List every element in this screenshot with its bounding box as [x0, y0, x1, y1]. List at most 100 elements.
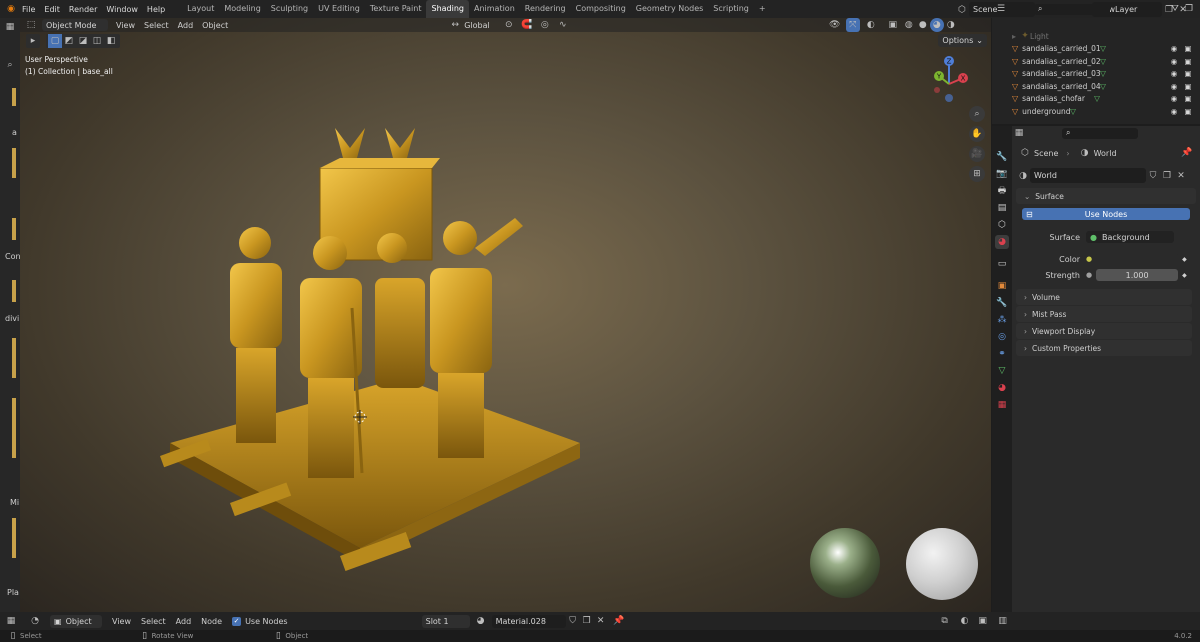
rendered-shading-icon[interactable]: ◑	[944, 18, 958, 32]
menu-window[interactable]: Window	[106, 5, 138, 14]
eye-icon[interactable]: ◉	[1168, 44, 1180, 53]
menu-render[interactable]: Render	[69, 5, 97, 14]
camera-render-icon[interactable]: ▣	[1182, 107, 1194, 116]
camera-render-icon[interactable]: ▣	[1182, 57, 1194, 66]
tab-scripting[interactable]: Scripting	[708, 0, 754, 18]
3d-cursor-icon[interactable]	[353, 410, 367, 424]
scene-tab-icon[interactable]: ⬡	[995, 218, 1009, 232]
tab-compositing[interactable]: Compositing	[571, 0, 631, 18]
falloff-icon[interactable]: ∿	[556, 18, 570, 32]
node-menu-add[interactable]: Add	[176, 617, 192, 626]
select-extend-icon[interactable]: ◩	[62, 34, 76, 48]
view-layer-tab-icon[interactable]: ▤	[995, 201, 1009, 215]
filter-icon[interactable]: ⛛	[1168, 2, 1182, 16]
pin-icon[interactable]: 📌	[612, 614, 626, 628]
outliner-item-sandalias-carried-04[interactable]: ▽ sandalias_carried_04 ▽ ◉ ▣	[992, 80, 1200, 93]
world-tab-icon[interactable]: ◕	[995, 235, 1009, 249]
data-tab-icon[interactable]: ▽	[995, 364, 1009, 378]
outliner-search-input[interactable]: ⌕	[1034, 3, 1110, 15]
editor-type-icon[interactable]: ▦	[1012, 126, 1026, 140]
editor-type-icon[interactable]: ▦	[4, 614, 18, 628]
breadcrumb-scene[interactable]: Scene	[1034, 149, 1058, 158]
shader-type-icon[interactable]: ◔	[28, 614, 42, 628]
outliner-item-sandalias-carried-01[interactable]: ▽ sandalias_carried_01 ▽ ◉ ▣	[992, 43, 1200, 56]
output-tab-icon[interactable]: 🖶	[995, 184, 1009, 198]
use-nodes-button[interactable]: ⊟ Use Nodes	[1022, 208, 1190, 220]
node-menu-node[interactable]: Node	[201, 617, 222, 626]
material-icon[interactable]: ◕	[474, 614, 488, 628]
select-subtract-icon[interactable]: ◪	[76, 34, 90, 48]
world-color-swatch[interactable]	[1096, 253, 1179, 265]
camera-render-icon[interactable]: ▣	[1182, 94, 1194, 103]
camera-render-icon[interactable]: ▣	[1182, 82, 1194, 91]
texture-tab-icon[interactable]: ▦	[995, 398, 1009, 412]
properties-search-input[interactable]: ⌕	[1062, 127, 1138, 139]
display-mode-icon[interactable]: ☰	[994, 2, 1008, 16]
object-tab-icon[interactable]: ▣	[995, 279, 1009, 293]
constraints-tab-icon[interactable]: ⚭	[995, 347, 1009, 361]
volume-panel-header[interactable]: › Volume	[1016, 289, 1192, 305]
golden-sculpture-model[interactable]	[140, 108, 620, 588]
eye-icon[interactable]: ◉	[1168, 82, 1180, 91]
grid-icon[interactable]: ⊞	[969, 166, 985, 182]
outliner-item-sandalias-chofar[interactable]: ▽ sandalias_chofar ▽ ◉ ▣	[992, 93, 1200, 106]
sidebar-toggle-icon[interactable]: ▥	[996, 614, 1010, 628]
camera-render-icon[interactable]: ▣	[1182, 69, 1194, 78]
xray-icon[interactable]: ▣	[886, 18, 900, 32]
menu-edit[interactable]: Edit	[44, 5, 60, 14]
tab-modeling[interactable]: Modeling	[219, 0, 265, 18]
camera-icon[interactable]: 🎥	[969, 146, 985, 162]
eye-icon[interactable]: ◉	[1168, 94, 1180, 103]
orientation-dropdown[interactable]: Global	[464, 21, 490, 30]
backdrop-icon[interactable]: ▣	[976, 614, 990, 628]
pivot-icon[interactable]: ⊙	[502, 18, 516, 32]
node-menu-view[interactable]: View	[112, 617, 131, 626]
fake-user-shield-icon[interactable]: ⛉	[566, 614, 580, 628]
tab-geometry-nodes[interactable]: Geometry Nodes	[631, 0, 708, 18]
viewport-menu-object[interactable]: Object	[202, 21, 228, 30]
node-menu-select[interactable]: Select	[141, 617, 166, 626]
tab-texture-paint[interactable]: Texture Paint	[365, 0, 427, 18]
eye-icon[interactable]: ◉	[1168, 57, 1180, 66]
editor-type-icon[interactable]: ⬚	[24, 18, 38, 32]
blender-logo-icon[interactable]: ◉	[4, 2, 18, 16]
keyframe-dot-icon[interactable]: ◆	[1182, 272, 1187, 279]
overlay-icon[interactable]: ◐	[864, 18, 878, 32]
surface-panel-header[interactable]: ⌄ Surface	[1016, 188, 1196, 204]
material-shading-icon[interactable]: ◕	[929, 18, 944, 32]
viewport-display-panel-header[interactable]: › Viewport Display	[1016, 323, 1192, 339]
snap-icon[interactable]: ⧉	[938, 614, 952, 628]
tool-tab-icon[interactable]: 🔧	[995, 150, 1009, 164]
menu-file[interactable]: File	[22, 5, 35, 14]
visibility-icon[interactable]: 👁	[828, 18, 842, 32]
keyframe-dot-icon[interactable]: ◆	[1182, 256, 1187, 263]
color-socket-icon[interactable]: ●	[1086, 255, 1092, 263]
custom-properties-panel-header[interactable]: › Custom Properties	[1016, 340, 1192, 356]
select-invert-icon[interactable]: ◫	[90, 34, 104, 48]
eye-icon[interactable]: ◉	[1168, 69, 1180, 78]
unlink-icon[interactable]: ✕	[1174, 169, 1188, 183]
outliner-item-light[interactable]: ▸ ✦ Light	[992, 30, 1200, 43]
tab-uv-editing[interactable]: UV Editing	[313, 0, 365, 18]
gizmo-toggle-icon[interactable]: ⤧	[845, 18, 860, 32]
tab-layout[interactable]: Layout	[182, 0, 219, 18]
options-dropdown[interactable]: Options ⌄	[938, 34, 987, 47]
slot-dropdown[interactable]: Slot 1	[421, 614, 470, 628]
add-workspace-button[interactable]: +	[754, 0, 771, 18]
navigation-gizmo[interactable]: Z X Y	[925, 54, 973, 106]
solid-shading-icon[interactable]: ●	[916, 18, 930, 32]
pan-hand-icon[interactable]: ✋	[969, 126, 985, 142]
tab-sculpting[interactable]: Sculpting	[266, 0, 313, 18]
wireframe-shading-icon[interactable]: ◍	[902, 18, 916, 32]
surface-shader-field[interactable]: ● Background	[1086, 231, 1174, 243]
mist-pass-panel-header[interactable]: › Mist Pass	[1016, 306, 1192, 322]
viewport-menu-view[interactable]: View	[116, 21, 135, 30]
tab-animation[interactable]: Animation	[469, 0, 520, 18]
expand-icon[interactable]: ▸	[1012, 32, 1016, 41]
breadcrumb-world[interactable]: World	[1094, 149, 1117, 158]
outliner-item-sandalias-carried-03[interactable]: ▽ sandalias_carried_03 ▽ ◉ ▣	[992, 68, 1200, 81]
collection-tab-icon[interactable]: ▭	[995, 257, 1009, 271]
select-new-icon[interactable]: ▢	[48, 34, 62, 48]
mode-dropdown[interactable]: Object Mode	[42, 19, 108, 31]
editor-type-icon[interactable]: ▦	[3, 20, 17, 34]
